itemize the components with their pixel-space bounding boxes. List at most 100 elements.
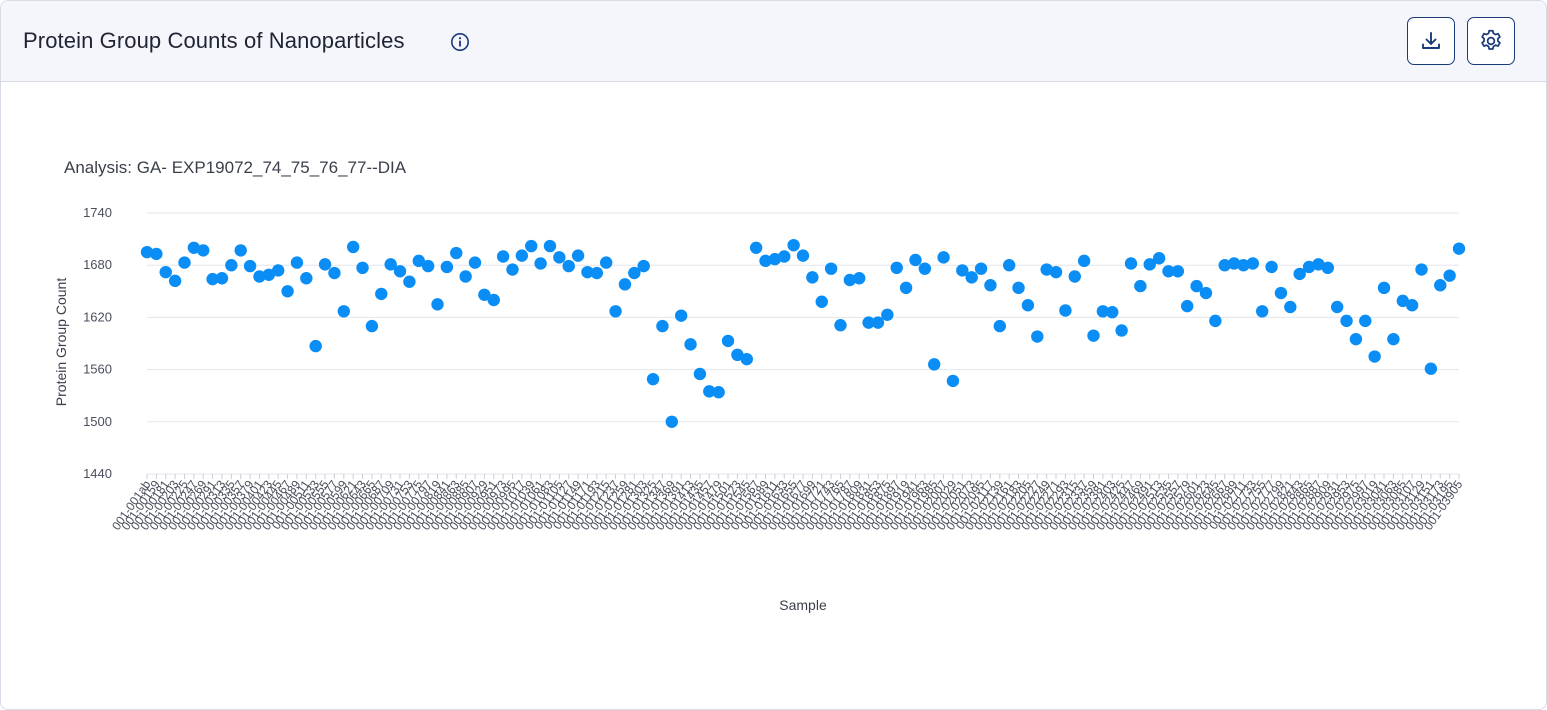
data-point[interactable] xyxy=(403,275,416,288)
data-point[interactable] xyxy=(665,415,678,428)
data-point[interactable] xyxy=(1077,254,1091,268)
data-point[interactable] xyxy=(1387,332,1400,346)
data-point[interactable] xyxy=(796,249,810,262)
data-point[interactable] xyxy=(318,258,332,271)
data-point[interactable] xyxy=(778,250,791,263)
data-point[interactable] xyxy=(1359,314,1372,328)
data-point[interactable] xyxy=(918,262,932,275)
data-point[interactable] xyxy=(178,256,191,269)
data-point[interactable] xyxy=(506,263,519,276)
data-point[interactable] xyxy=(243,259,257,273)
data-point[interactable] xyxy=(346,240,360,254)
data-point[interactable] xyxy=(1443,269,1456,282)
data-point[interactable] xyxy=(215,272,229,285)
data-point[interactable] xyxy=(1368,350,1381,363)
data-point[interactable] xyxy=(1405,299,1419,312)
data-point[interactable] xyxy=(815,295,828,308)
data-point[interactable] xyxy=(1330,300,1344,314)
data-point[interactable] xyxy=(1181,299,1194,313)
data-point[interactable] xyxy=(712,386,725,399)
data-point[interactable] xyxy=(365,319,379,333)
data-point[interactable] xyxy=(674,309,688,322)
data-point[interactable] xyxy=(150,247,163,261)
data-point[interactable] xyxy=(834,319,847,332)
data-point[interactable] xyxy=(853,272,866,285)
data-point[interactable] xyxy=(656,319,669,333)
data-point[interactable] xyxy=(309,339,322,353)
data-point[interactable] xyxy=(272,264,285,277)
data-point[interactable] xyxy=(337,305,350,318)
data-point[interactable] xyxy=(618,278,632,291)
data-point[interactable] xyxy=(1068,270,1081,283)
data-point[interactable] xyxy=(1106,305,1119,319)
data-point[interactable] xyxy=(1012,281,1025,295)
data-point[interactable] xyxy=(937,251,950,264)
data-point[interactable] xyxy=(928,358,941,371)
data-point[interactable] xyxy=(290,256,304,269)
data-point[interactable] xyxy=(421,259,435,273)
data-point[interactable] xyxy=(993,319,1006,333)
info-circle-icon[interactable] xyxy=(450,32,470,52)
data-point[interactable] xyxy=(487,293,500,307)
data-point[interactable] xyxy=(225,259,238,272)
data-point[interactable] xyxy=(431,298,444,311)
data-point[interactable] xyxy=(1321,261,1335,275)
data-point[interactable] xyxy=(740,352,753,366)
data-point[interactable] xyxy=(1152,252,1166,265)
data-point[interactable] xyxy=(1049,265,1063,279)
data-point[interactable] xyxy=(1434,279,1447,292)
data-point[interactable] xyxy=(468,256,482,269)
data-point[interactable] xyxy=(721,334,735,348)
data-point[interactable] xyxy=(459,270,472,283)
data-point[interactable] xyxy=(890,261,903,275)
data-point[interactable] xyxy=(1265,260,1278,274)
data-point[interactable] xyxy=(609,305,622,318)
data-point[interactable] xyxy=(515,249,529,262)
data-point[interactable] xyxy=(946,374,960,388)
data-point[interactable] xyxy=(525,239,538,253)
data-point[interactable] xyxy=(1349,332,1363,346)
data-point[interactable] xyxy=(881,308,894,321)
data-point[interactable] xyxy=(1002,259,1016,272)
data-point[interactable] xyxy=(1424,362,1438,375)
settings-button[interactable] xyxy=(1467,17,1515,65)
data-point[interactable] xyxy=(393,265,407,278)
data-point[interactable] xyxy=(356,261,369,275)
data-point[interactable] xyxy=(300,272,313,285)
data-point[interactable] xyxy=(1031,330,1044,343)
data-point[interactable] xyxy=(1021,299,1035,312)
data-point[interactable] xyxy=(450,246,463,260)
data-point[interactable] xyxy=(168,274,182,288)
data-point[interactable] xyxy=(590,266,604,280)
data-point[interactable] xyxy=(534,257,547,270)
data-point[interactable] xyxy=(787,238,800,252)
data-point[interactable] xyxy=(197,244,210,257)
data-point[interactable] xyxy=(824,262,838,275)
data-point[interactable] xyxy=(749,241,763,254)
data-point[interactable] xyxy=(1415,263,1428,276)
data-point[interactable] xyxy=(909,253,922,267)
data-point[interactable] xyxy=(1115,324,1128,337)
data-point[interactable] xyxy=(965,271,978,284)
data-point[interactable] xyxy=(440,260,454,274)
data-point[interactable] xyxy=(328,266,341,280)
data-point[interactable] xyxy=(600,256,613,269)
data-point[interactable] xyxy=(1171,265,1185,278)
data-point[interactable] xyxy=(1059,304,1072,317)
data-point[interactable] xyxy=(553,251,566,264)
data-point[interactable] xyxy=(375,287,388,301)
data-point[interactable] xyxy=(571,249,585,262)
data-point[interactable] xyxy=(562,259,575,273)
data-point[interactable] xyxy=(1124,257,1138,270)
data-point[interactable] xyxy=(281,285,294,298)
data-point[interactable] xyxy=(1274,286,1288,300)
data-point[interactable] xyxy=(1087,329,1100,342)
data-point[interactable] xyxy=(693,367,707,381)
data-point[interactable] xyxy=(159,265,172,279)
download-button[interactable] xyxy=(1407,17,1455,65)
data-point[interactable] xyxy=(974,262,988,275)
data-point[interactable] xyxy=(1246,257,1260,270)
data-point[interactable] xyxy=(1209,314,1222,328)
data-point[interactable] xyxy=(1377,281,1391,295)
data-point[interactable] xyxy=(1284,300,1297,314)
